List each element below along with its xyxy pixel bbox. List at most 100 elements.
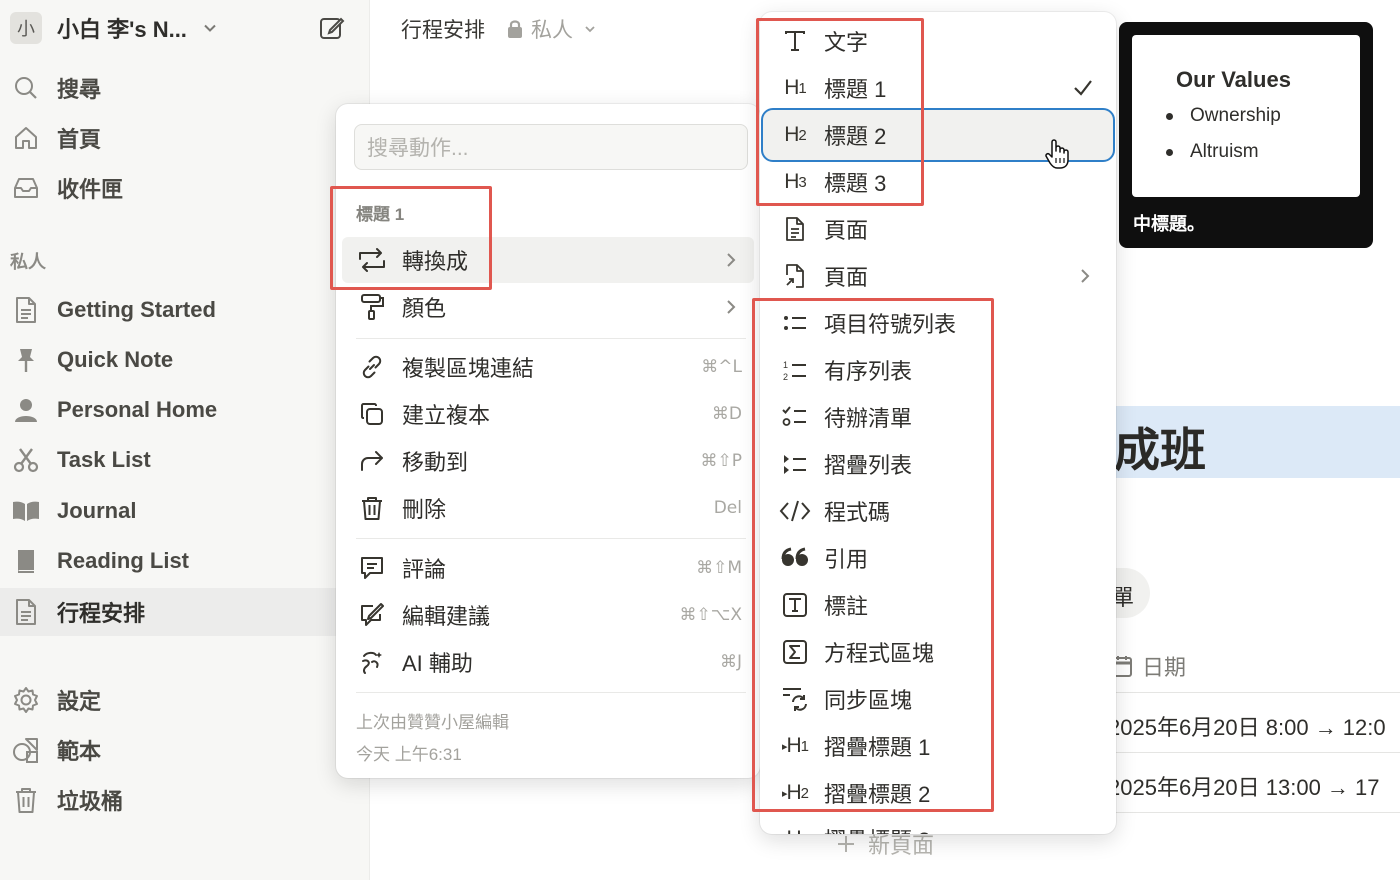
trash-icon: [10, 784, 42, 816]
sidebar-item-home[interactable]: 首頁: [0, 114, 370, 162]
sidebar-item-personal-home[interactable]: Personal Home: [0, 386, 370, 434]
ai-icon: [356, 646, 388, 678]
duplicate-icon: [356, 398, 388, 430]
preview-title: Our Values: [1176, 67, 1291, 92]
menu-item-label: 刪除: [402, 497, 447, 522]
comment-item[interactable]: 評論 ⌘⇧M: [342, 545, 754, 591]
inbox-icon: [10, 172, 42, 204]
shortcut-label: ⌘J: [719, 652, 742, 672]
sidebar-item-label: 首頁: [57, 127, 102, 152]
chevron-right-icon: [727, 253, 736, 267]
home-icon: [10, 122, 42, 154]
block-type-label: 摺疊標題 3: [824, 824, 930, 834]
last-edited-time: 今天 上午6:31: [356, 745, 462, 764]
move-to-item[interactable]: 移動到 ⌘⇧P: [342, 438, 754, 484]
annotation-box-headings: [756, 18, 924, 206]
templates-icon: [10, 734, 42, 766]
menu-divider: [356, 692, 746, 693]
breadcrumb: 行程安排 私人: [401, 14, 597, 44]
copy-link-item[interactable]: 複製區塊連結 ⌘^L: [342, 344, 754, 390]
suggest-edit-icon: [356, 599, 388, 631]
color-item[interactable]: 顏色: [342, 284, 754, 330]
page-heading-fragment: 成班: [1114, 424, 1206, 476]
search-actions-placeholder: 搜尋動作...: [367, 137, 469, 160]
sidebar-item-search[interactable]: 搜尋: [0, 64, 370, 112]
breadcrumb-page[interactable]: 行程安排: [401, 14, 485, 44]
date-property-label: 日期: [1142, 655, 1187, 680]
turn-into-page[interactable]: 頁面: [760, 206, 1116, 252]
sidebar-item-settings[interactable]: 設定: [0, 676, 370, 724]
toggle-h3-icon: ▸H3: [778, 824, 812, 834]
sidebar-item-label: 行程安排: [57, 601, 146, 626]
sidebar-item-templates[interactable]: 範本: [0, 726, 370, 774]
menu-item-label: 建立複本: [402, 403, 491, 428]
document-icon: [10, 596, 42, 628]
privacy-label: 私人: [531, 19, 573, 42]
sidebar-item-label: Personal Home: [57, 397, 218, 422]
sidebar-item-label: 垃圾桶: [57, 789, 124, 814]
book-open-icon: [10, 495, 42, 527]
gear-icon: [10, 684, 42, 716]
page-icon: [778, 212, 812, 246]
last-edited-by: 上次由贊贊小屋編輯: [356, 713, 509, 732]
new-page-icon[interactable]: [318, 14, 346, 42]
sidebar-item-label: Task List: [57, 447, 151, 472]
shortcut-label: ⌘⇧P: [700, 451, 743, 471]
menu-item-label: 編輯建議: [402, 604, 491, 629]
move-icon: [356, 445, 388, 477]
lock-icon: [508, 20, 522, 38]
submenu-clip: ▸H3 摺疊標題 3: [760, 824, 1116, 834]
sidebar-item-task-list[interactable]: Task List: [0, 436, 370, 484]
sidebar-item-label: Getting Started: [57, 297, 216, 322]
shortcut-label: ⌘⇧⌥X: [679, 605, 742, 625]
table-divider: [1110, 752, 1400, 753]
sidebar-item-trash[interactable]: 垃圾桶: [0, 776, 370, 824]
annotation-box-turn-into: [330, 186, 492, 290]
turn-into-page-in[interactable]: 頁面: [760, 253, 1116, 299]
menu-item-label: 複製區塊連結: [402, 356, 535, 381]
block-type-preview: Our Values Ownership Altruism 中標題。: [1119, 22, 1373, 248]
turn-into-toggle-heading-3[interactable]: ▸H3 摺疊標題 3: [760, 824, 1116, 834]
menu-item-label: 評論: [402, 557, 447, 582]
menu-item-label: 移動到: [402, 450, 469, 475]
sidebar-item-quick-note[interactable]: Quick Note: [0, 336, 370, 384]
search-actions-input[interactable]: 搜尋動作...: [354, 124, 748, 170]
block-type-label: 頁面: [824, 218, 869, 243]
privacy-selector[interactable]: 私人: [507, 14, 597, 44]
shortcut-label: ⌘^L: [701, 357, 742, 377]
annotation-box-list-types: [752, 298, 994, 812]
search-icon: [10, 72, 42, 104]
sidebar-item-label: 搜尋: [57, 77, 102, 102]
sidebar-item-label: Quick Note: [57, 347, 174, 372]
menu-divider: [356, 538, 746, 539]
block-type-label: 頁面: [824, 265, 869, 290]
preview-card: Our Values Ownership Altruism: [1132, 35, 1360, 197]
sidebar-item-journal[interactable]: Journal: [0, 487, 370, 535]
table-row[interactable]: 2025年6月20日 8:00 → 12:0: [1108, 710, 1400, 742]
person-icon: [10, 394, 42, 426]
table-row[interactable]: 2025年6月20日 13:00 → 17: [1108, 770, 1400, 802]
sidebar-item-getting-started[interactable]: Getting Started: [0, 286, 370, 334]
shortcut-label: ⌘⇧M: [696, 558, 742, 578]
sidebar-item-inbox[interactable]: 收件匣: [0, 164, 370, 212]
workspace-switcher[interactable]: 小 小白 李's N...: [10, 10, 360, 46]
duplicate-item[interactable]: 建立複本 ⌘D: [342, 391, 754, 437]
sidebar-item-label: 設定: [57, 689, 102, 714]
chevron-down-icon: [585, 26, 595, 33]
comment-icon: [356, 552, 388, 584]
delete-item[interactable]: 刪除 Del: [342, 485, 754, 531]
plus-icon: [838, 836, 854, 852]
sidebar-item-reading-list[interactable]: Reading List: [0, 537, 370, 585]
date-property-header[interactable]: 日期: [1112, 650, 1186, 682]
color-label: 顏色: [402, 296, 447, 321]
sidebar: 小 小白 李's N... 搜尋 首頁 收件匣 私人 Getting Start…: [0, 0, 370, 880]
document-icon: [10, 294, 42, 326]
trash-icon: [356, 492, 388, 524]
ai-assist-item[interactable]: AI 輔助 ⌘J: [342, 639, 754, 685]
preview-list: Ownership Altruism: [1166, 105, 1360, 163]
section-label-private: 私人: [10, 252, 46, 272]
menu-item-label: AI 輔助: [402, 651, 473, 676]
hand-cursor-icon: [1044, 138, 1070, 170]
suggest-edit-item[interactable]: 編輯建議 ⌘⇧⌥X: [342, 592, 754, 638]
sidebar-item-schedule[interactable]: 行程安排: [0, 588, 370, 636]
